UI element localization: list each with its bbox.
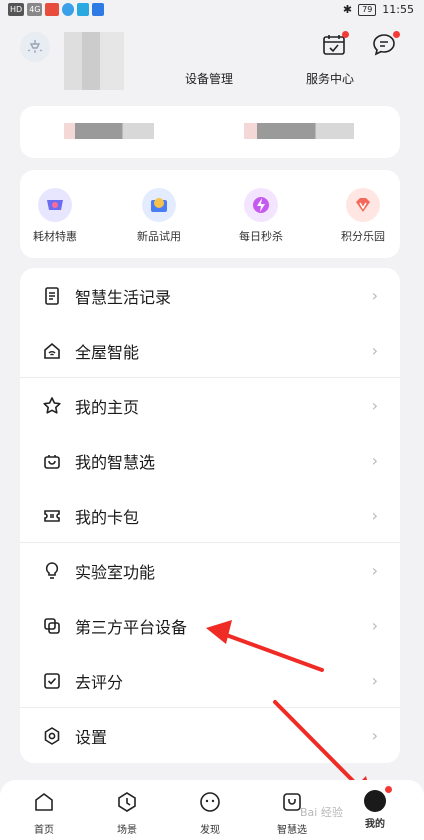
nav-label: 智慧选	[277, 825, 307, 836]
nav-label: 场景	[117, 825, 137, 836]
scene-icon	[118, 792, 136, 812]
nav-scene[interactable]: 场景	[97, 790, 157, 836]
profile-icon	[364, 786, 392, 812]
annotation-arrows	[206, 620, 372, 800]
watermark: Bai 经验	[300, 806, 343, 819]
nav-discover[interactable]: 发现	[180, 790, 240, 836]
nav-label: 首页	[34, 825, 54, 836]
nav-home[interactable]: 首页	[14, 790, 74, 836]
bottom-nav: 首页 场景 发现 智慧选 我的 Bai 经验	[0, 780, 424, 840]
nav-profile[interactable]: 我的	[345, 786, 405, 830]
nav-label: 我的	[365, 819, 385, 830]
home-icon	[35, 793, 53, 811]
discover-icon	[200, 792, 220, 812]
nav-label: 发现	[200, 825, 220, 836]
notification-dot	[385, 786, 392, 793]
